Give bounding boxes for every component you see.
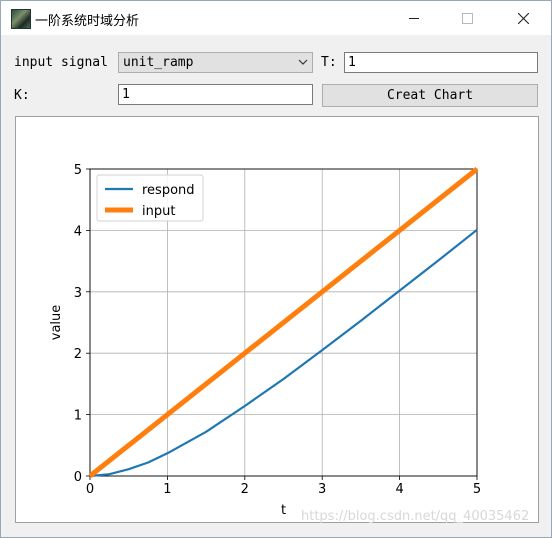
x-axis-label: t: [281, 503, 286, 518]
y-tick-label: 2: [74, 347, 82, 362]
close-button[interactable]: [500, 1, 546, 35]
K-label: K:: [14, 88, 30, 103]
watermark: https://blog.csdn.net/qq_40035462: [301, 509, 530, 524]
create-chart-button[interactable]: Creat Chart: [322, 84, 538, 107]
input-signal-select[interactable]: unit_ramp: [118, 52, 313, 73]
maximize-button[interactable]: [444, 1, 490, 35]
T-input[interactable]: 1: [344, 52, 538, 73]
maximize-icon: [461, 12, 473, 24]
y-tick-label: 1: [74, 409, 82, 424]
y-axis-label: value: [49, 305, 64, 341]
x-tick-label: 1: [163, 482, 171, 497]
T-label: T:: [321, 55, 337, 70]
app-window: 一阶系统时域分析 input signal unit_ramp T: 1 K: …: [0, 0, 552, 538]
legend-label-respond: respond: [142, 183, 195, 198]
y-tick-label: 0: [74, 470, 82, 485]
y-tick-label: 3: [74, 286, 82, 301]
title-bar[interactable]: 一阶系统时域分析: [1, 1, 551, 35]
chart-panel: 0 1 2 3 4 5 0 1 2 3 4 5 t value respond input: [15, 116, 539, 523]
minimize-button[interactable]: [391, 1, 437, 35]
close-icon: [517, 12, 529, 24]
x-tick-label: 4: [395, 482, 403, 497]
chevron-down-icon: [298, 59, 308, 65]
line-chart: 0 1 2 3 4 5 0 1 2 3 4 5 t value respond input: [49, 163, 481, 518]
x-tick-label: 3: [318, 482, 326, 497]
x-tick-label: 2: [241, 482, 249, 497]
y-tick-label: 4: [74, 224, 82, 239]
y-tick-label: 5: [74, 163, 82, 178]
input-signal-value: unit_ramp: [123, 55, 194, 70]
K-input[interactable]: 1: [118, 84, 313, 105]
app-icon: [11, 9, 31, 29]
x-tick-label: 5: [473, 482, 481, 497]
window-title: 一阶系统时域分析: [35, 14, 140, 29]
input-signal-label: input signal: [14, 55, 108, 70]
legend-label-input: input: [142, 204, 175, 219]
minimize-icon: [409, 17, 419, 19]
x-tick-label: 0: [86, 482, 94, 497]
